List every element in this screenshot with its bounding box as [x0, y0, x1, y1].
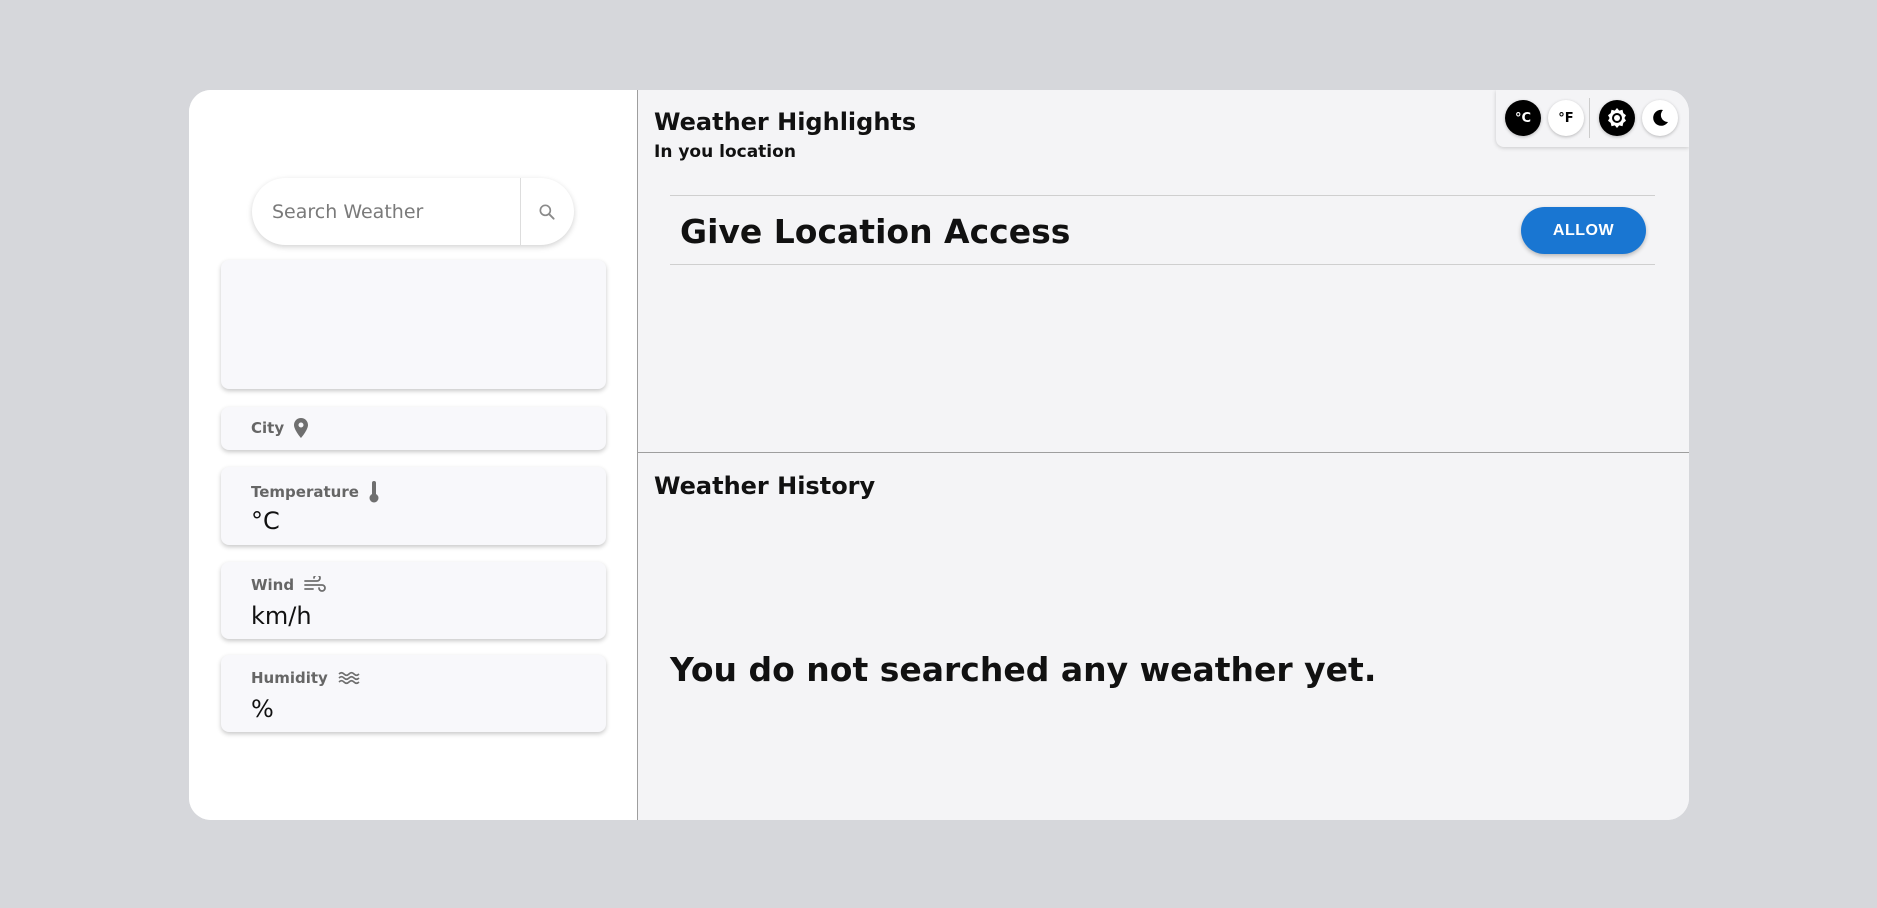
- wind-icon: [304, 576, 326, 592]
- settings-button[interactable]: [1599, 100, 1635, 136]
- gear-icon: [1608, 108, 1626, 128]
- celsius-button[interactable]: °C: [1505, 100, 1541, 136]
- history-empty-message: You do not searched any weather yet.: [670, 650, 1377, 689]
- temperature-label-row: Temperature: [251, 481, 379, 503]
- city-label: City: [251, 419, 285, 437]
- wind-card: Wind km/h: [221, 562, 606, 639]
- humidity-waves-icon: [338, 671, 360, 685]
- humidity-card: Humidity %: [221, 655, 606, 732]
- allow-button[interactable]: ALLOW: [1521, 207, 1646, 254]
- search-bar: [252, 178, 574, 245]
- temperature-label: Temperature: [251, 483, 359, 501]
- toolbar-divider: [1589, 98, 1590, 138]
- temperature-card: Temperature °C: [221, 467, 606, 545]
- humidity-label-row: Humidity: [251, 669, 360, 687]
- highlights-section: Weather Highlights In you location °C °F: [638, 90, 1689, 453]
- search-icon: [539, 204, 555, 220]
- wind-value: km/h: [251, 602, 312, 630]
- wind-label-row: Wind: [251, 576, 326, 594]
- highlights-subtitle: In you location: [654, 142, 796, 162]
- city-card: City: [221, 407, 606, 450]
- history-title: Weather History: [654, 472, 876, 500]
- wind-label: Wind: [251, 576, 295, 594]
- search-input[interactable]: [252, 178, 520, 245]
- temperature-value: °C: [251, 507, 280, 535]
- moon-icon: [1653, 109, 1668, 126]
- location-access-text: Give Location Access: [680, 212, 1071, 251]
- city-label-row: City: [251, 418, 309, 438]
- search-button[interactable]: [521, 178, 573, 245]
- unit-theme-toolbar: °C °F: [1496, 90, 1689, 147]
- fahrenheit-button[interactable]: °F: [1548, 100, 1584, 136]
- highlights-title: Weather Highlights: [654, 108, 917, 136]
- weather-app: City Temperature °C Wind: [189, 90, 1689, 820]
- humidity-value: %: [251, 695, 274, 723]
- location-pin-icon: [294, 418, 309, 438]
- location-access-bar: Give Location Access ALLOW: [670, 195, 1655, 265]
- thermometer-icon: [369, 481, 379, 503]
- theme-toggle-button[interactable]: [1642, 100, 1678, 136]
- left-panel: City Temperature °C Wind: [189, 90, 638, 820]
- humidity-label: Humidity: [251, 669, 328, 687]
- weather-icon-card: [221, 260, 606, 389]
- right-panel: Weather Highlights In you location °C °F: [638, 90, 1689, 820]
